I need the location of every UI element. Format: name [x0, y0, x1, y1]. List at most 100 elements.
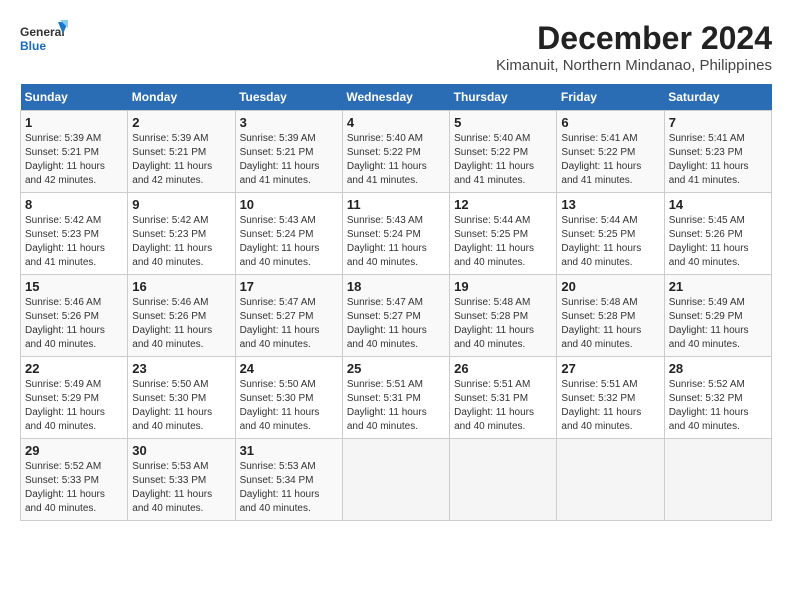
- calendar-cell: 16Sunrise: 5:46 AMSunset: 5:26 PMDayligh…: [128, 275, 235, 357]
- header-thursday: Thursday: [450, 84, 557, 111]
- calendar-cell: 18Sunrise: 5:47 AMSunset: 5:27 PMDayligh…: [342, 275, 449, 357]
- day-info: Sunrise: 5:44 AMSunset: 5:25 PMDaylight:…: [454, 215, 534, 268]
- day-number: 21: [669, 279, 767, 294]
- calendar-cell: 26Sunrise: 5:51 AMSunset: 5:31 PMDayligh…: [450, 357, 557, 439]
- day-number: 22: [25, 361, 123, 376]
- day-number: 20: [561, 279, 659, 294]
- calendar-cell: 22 Sunrise: 5:49 AMSunset: 5:29 PMDayligh…: [21, 357, 128, 439]
- day-info: Sunrise: 5:48 AMSunset: 5:28 PMDaylight:…: [454, 297, 534, 350]
- calendar-cell: 5Sunrise: 5:40 AMSunset: 5:22 PMDaylight…: [450, 111, 557, 193]
- day-number: 30: [132, 443, 230, 458]
- day-number: 28: [669, 361, 767, 376]
- calendar-cell: 27 Sunrise: 5:51 AMSunset: 5:32 PMDayligh…: [557, 357, 664, 439]
- day-number: 10: [240, 197, 338, 212]
- calendar-cell: 15 Sunrise: 5:46 AMSunset: 5:26 PMDayligh…: [21, 275, 128, 357]
- day-number: 17: [240, 279, 338, 294]
- page-title: December 2024: [496, 20, 772, 57]
- day-info: Sunrise: 5:45 AMSunset: 5:26 PMDaylight:…: [669, 215, 749, 268]
- day-number: 14: [669, 197, 767, 212]
- day-info: Sunrise: 5:43 AMSunset: 5:24 PMDaylight:…: [240, 215, 320, 268]
- calendar-cell: 30 Sunrise: 5:53 AMSunset: 5:33 PMDayligh…: [128, 439, 235, 521]
- day-number: 15: [25, 279, 123, 294]
- page-header: General Blue December 2024 Kimanuit, Nor…: [20, 20, 772, 74]
- day-info: Sunrise: 5:51 AMSunset: 5:32 PMDaylight:…: [561, 379, 641, 432]
- day-info: Sunrise: 5:41 AMSunset: 5:23 PMDaylight:…: [669, 133, 749, 186]
- header-saturday: Saturday: [664, 84, 771, 111]
- day-info: Sunrise: 5:46 AMSunset: 5:26 PMDaylight:…: [25, 297, 105, 350]
- day-number: 2: [132, 115, 230, 130]
- calendar-cell: 10 Sunrise: 5:43 AMSunset: 5:24 PMDayligh…: [235, 193, 342, 275]
- calendar-cell: 23Sunrise: 5:50 AMSunset: 5:30 PMDayligh…: [128, 357, 235, 439]
- day-info: Sunrise: 5:50 AMSunset: 5:30 PMDaylight:…: [240, 379, 320, 432]
- svg-text:General: General: [20, 25, 65, 39]
- day-info: Sunrise: 5:40 AMSunset: 5:22 PMDaylight:…: [454, 133, 534, 186]
- calendar-cell: 17 Sunrise: 5:47 AMSunset: 5:27 PMDayligh…: [235, 275, 342, 357]
- svg-text:Blue: Blue: [20, 39, 46, 53]
- calendar-cell: 6Sunrise: 5:41 AMSunset: 5:22 PMDaylight…: [557, 111, 664, 193]
- calendar-cell: 25 Sunrise: 5:51 AMSunset: 5:31 PMDayligh…: [342, 357, 449, 439]
- calendar-row: 22 Sunrise: 5:49 AMSunset: 5:29 PMDayligh…: [21, 357, 772, 439]
- calendar-cell: [557, 439, 664, 521]
- calendar-cell: 21Sunrise: 5:49 AMSunset: 5:29 PMDayligh…: [664, 275, 771, 357]
- day-info: Sunrise: 5:48 AMSunset: 5:28 PMDaylight:…: [561, 297, 641, 350]
- day-number: 24: [240, 361, 338, 376]
- calendar-row: 8 Sunrise: 5:42 AMSunset: 5:23 PMDaylight…: [21, 193, 772, 275]
- day-number: 19: [454, 279, 552, 294]
- calendar-cell: 12Sunrise: 5:44 AMSunset: 5:25 PMDayligh…: [450, 193, 557, 275]
- calendar-row: 15 Sunrise: 5:46 AMSunset: 5:26 PMDayligh…: [21, 275, 772, 357]
- day-info: Sunrise: 5:53 AMSunset: 5:34 PMDaylight:…: [240, 461, 320, 514]
- calendar-cell: 28 Sunrise: 5:52 AMSunset: 5:32 PMDayligh…: [664, 357, 771, 439]
- header-wednesday: Wednesday: [342, 84, 449, 111]
- calendar-cell: 14 Sunrise: 5:45 AMSunset: 5:26 PMDayligh…: [664, 193, 771, 275]
- day-number: 29: [25, 443, 123, 458]
- day-number: 11: [347, 197, 445, 212]
- calendar-cell: 13 Sunrise: 5:44 AMSunset: 5:25 PMDayligh…: [557, 193, 664, 275]
- calendar-cell: 3 Sunrise: 5:39 AMSunset: 5:21 PMDaylight…: [235, 111, 342, 193]
- day-info: Sunrise: 5:39 AMSunset: 5:21 PMDaylight:…: [25, 133, 105, 186]
- header-monday: Monday: [128, 84, 235, 111]
- day-info: Sunrise: 5:39 AMSunset: 5:21 PMDaylight:…: [132, 133, 212, 186]
- calendar-cell: [450, 439, 557, 521]
- calendar-cell: 7 Sunrise: 5:41 AMSunset: 5:23 PMDaylight…: [664, 111, 771, 193]
- calendar-cell: 24 Sunrise: 5:50 AMSunset: 5:30 PMDayligh…: [235, 357, 342, 439]
- day-number: 3: [240, 115, 338, 130]
- page-subtitle: Kimanuit, Northern Mindanao, Philippines: [496, 57, 772, 74]
- calendar-cell: [664, 439, 771, 521]
- calendar-row: 1Sunrise: 5:39 AMSunset: 5:21 PMDaylight…: [21, 111, 772, 193]
- day-number: 13: [561, 197, 659, 212]
- day-info: Sunrise: 5:47 AMSunset: 5:27 PMDaylight:…: [240, 297, 320, 350]
- day-number: 26: [454, 361, 552, 376]
- day-info: Sunrise: 5:39 AMSunset: 5:21 PMDaylight:…: [240, 133, 320, 186]
- calendar-table: Sunday Monday Tuesday Wednesday Thursday…: [20, 84, 772, 521]
- day-info: Sunrise: 5:44 AMSunset: 5:25 PMDaylight:…: [561, 215, 641, 268]
- day-number: 25: [347, 361, 445, 376]
- calendar-cell: 20 Sunrise: 5:48 AMSunset: 5:28 PMDayligh…: [557, 275, 664, 357]
- calendar-cell: 29Sunrise: 5:52 AMSunset: 5:33 PMDayligh…: [21, 439, 128, 521]
- day-info: Sunrise: 5:53 AMSunset: 5:33 PMDaylight:…: [132, 461, 212, 514]
- day-number: 9: [132, 197, 230, 212]
- header-tuesday: Tuesday: [235, 84, 342, 111]
- header-friday: Friday: [557, 84, 664, 111]
- day-number: 7: [669, 115, 767, 130]
- day-number: 6: [561, 115, 659, 130]
- day-info: Sunrise: 5:40 AMSunset: 5:22 PMDaylight:…: [347, 133, 427, 186]
- day-info: Sunrise: 5:42 AMSunset: 5:23 PMDaylight:…: [132, 215, 212, 268]
- calendar-header-row: Sunday Monday Tuesday Wednesday Thursday…: [21, 84, 772, 111]
- day-number: 27: [561, 361, 659, 376]
- day-info: Sunrise: 5:50 AMSunset: 5:30 PMDaylight:…: [132, 379, 212, 432]
- day-info: Sunrise: 5:49 AMSunset: 5:29 PMDaylight:…: [25, 379, 105, 432]
- calendar-cell: 2 Sunrise: 5:39 AMSunset: 5:21 PMDaylight…: [128, 111, 235, 193]
- day-info: Sunrise: 5:42 AMSunset: 5:23 PMDaylight:…: [25, 215, 105, 268]
- day-info: Sunrise: 5:47 AMSunset: 5:27 PMDaylight:…: [347, 297, 427, 350]
- day-info: Sunrise: 5:51 AMSunset: 5:31 PMDaylight:…: [347, 379, 427, 432]
- calendar-cell: 9 Sunrise: 5:42 AMSunset: 5:23 PMDaylight…: [128, 193, 235, 275]
- calendar-cell: 31Sunrise: 5:53 AMSunset: 5:34 PMDayligh…: [235, 439, 342, 521]
- day-info: Sunrise: 5:52 AMSunset: 5:32 PMDaylight:…: [669, 379, 749, 432]
- calendar-cell: 4 Sunrise: 5:40 AMSunset: 5:22 PMDaylight…: [342, 111, 449, 193]
- calendar-cell: 11Sunrise: 5:43 AMSunset: 5:24 PMDayligh…: [342, 193, 449, 275]
- logo: General Blue: [20, 20, 70, 65]
- calendar-row: 29Sunrise: 5:52 AMSunset: 5:33 PMDayligh…: [21, 439, 772, 521]
- day-number: 16: [132, 279, 230, 294]
- day-number: 8: [25, 197, 123, 212]
- day-number: 4: [347, 115, 445, 130]
